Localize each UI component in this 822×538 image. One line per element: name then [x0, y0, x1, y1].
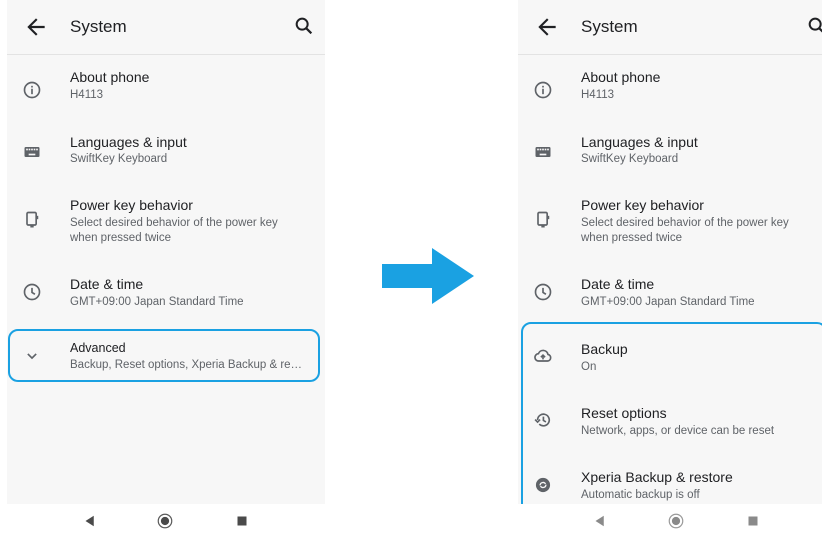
info-icon — [23, 81, 41, 99]
app-bar: System — [518, 0, 822, 54]
header-divider — [7, 54, 325, 55]
app-bar: System — [7, 0, 325, 54]
item-title: Date & time — [70, 276, 144, 292]
header-divider — [518, 54, 822, 55]
info-icon — [534, 81, 552, 99]
nav-back-icon[interactable] — [591, 512, 609, 530]
power-key-icon — [26, 211, 39, 228]
item-title: Languages & input — [581, 134, 698, 150]
item-title: About phone — [70, 69, 150, 85]
item-title: About phone — [581, 69, 661, 85]
expanded-items-highlight-box — [521, 322, 822, 514]
item-subtitle: H4113 — [70, 89, 104, 101]
settings-item-about-phone[interactable]: About phone H4113 — [518, 60, 822, 118]
nav-recents-icon[interactable] — [744, 512, 762, 530]
item-title: Power key behavior — [581, 197, 704, 213]
item-subtitle: Select desired behavior of the power key… — [581, 217, 789, 244]
clock-icon — [23, 283, 41, 301]
search-icon[interactable] — [293, 15, 315, 37]
item-subtitle: Select desired behavior of the power key… — [70, 217, 278, 244]
settings-screen-after: System About phone H4113 Languages & inp… — [518, 0, 822, 538]
nav-back-icon[interactable] — [81, 512, 99, 530]
power-key-icon — [537, 211, 550, 228]
page-title: System — [70, 17, 127, 36]
right-arrow-icon — [382, 248, 474, 304]
keyboard-icon — [24, 147, 40, 157]
item-title: Power key behavior — [70, 197, 193, 213]
item-title: Date & time — [581, 276, 655, 292]
advanced-highlight-box — [8, 329, 320, 382]
item-title: Languages & input — [70, 134, 187, 150]
clock-icon — [534, 283, 552, 301]
keyboard-icon — [535, 147, 551, 157]
back-arrow-icon[interactable] — [23, 14, 49, 40]
settings-item-languages-input[interactable]: Languages & input SwiftKey Keyboard — [7, 124, 325, 182]
settings-item-date-time[interactable]: Date & time GMT+09:00 Japan Standard Tim… — [518, 266, 822, 324]
settings-item-date-time[interactable]: Date & time GMT+09:00 Japan Standard Tim… — [7, 266, 325, 324]
nav-home-icon[interactable] — [667, 512, 685, 530]
nav-recents-icon[interactable] — [233, 512, 251, 530]
nav-home-icon[interactable] — [156, 512, 174, 530]
page-title: System — [581, 17, 638, 36]
search-icon[interactable] — [806, 15, 822, 37]
item-subtitle: SwiftKey Keyboard — [70, 153, 168, 165]
back-arrow-icon[interactable] — [534, 14, 560, 40]
settings-screen-before: System About phone H4113 Languages & inp… — [7, 0, 325, 538]
item-subtitle: GMT+09:00 Japan Standard Time — [70, 296, 244, 308]
item-subtitle: H4113 — [581, 89, 615, 101]
settings-item-power-key-behavior[interactable]: Power key behavior Select desired behavi… — [518, 188, 822, 258]
item-subtitle: SwiftKey Keyboard — [581, 153, 679, 165]
settings-item-languages-input[interactable]: Languages & input SwiftKey Keyboard — [518, 124, 822, 182]
navigation-bar — [518, 504, 822, 538]
navigation-bar — [7, 504, 325, 538]
settings-item-about-phone[interactable]: About phone H4113 — [7, 60, 325, 118]
item-subtitle: GMT+09:00 Japan Standard Time — [581, 296, 755, 308]
settings-item-power-key-behavior[interactable]: Power key behavior Select desired behavi… — [7, 188, 325, 258]
